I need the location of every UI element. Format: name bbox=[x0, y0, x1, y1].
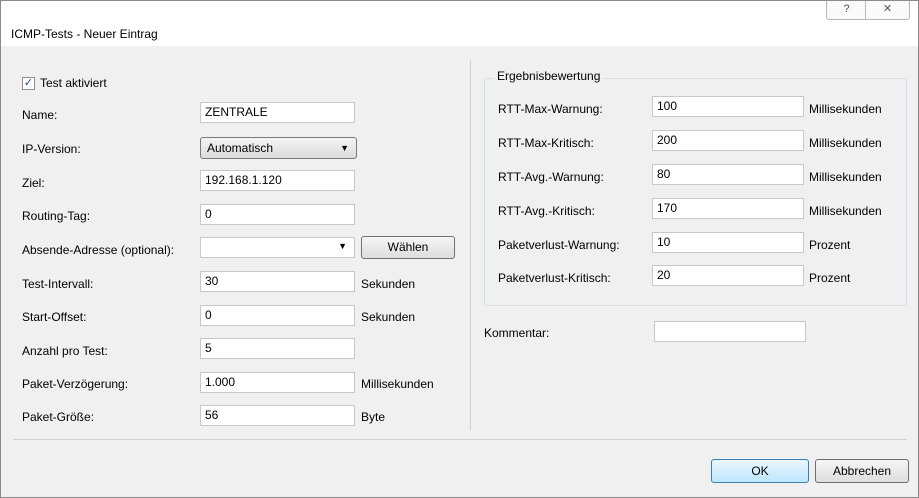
close-icon: ✕ bbox=[882, 3, 893, 15]
rtt-avg-crit-label: RTT-Avg.-Kritisch: bbox=[498, 204, 595, 218]
loss-warn-field[interactable]: 10 bbox=[652, 232, 804, 253]
rtt-avg-crit-unit: Millisekunden bbox=[809, 204, 882, 218]
rtt-max-warn-field[interactable]: 100 bbox=[652, 96, 804, 117]
ip-version-value: Automatisch bbox=[207, 141, 274, 155]
rtt-max-warn-unit: Millisekunden bbox=[809, 102, 882, 116]
test-interval-label: Test-Intervall: bbox=[22, 277, 94, 291]
chevron-down-icon: ▼ bbox=[338, 241, 347, 251]
choose-button[interactable]: Wählen bbox=[361, 236, 455, 259]
sender-address-combo[interactable]: ▼ bbox=[200, 237, 355, 258]
checkmark-icon: ✓ bbox=[23, 77, 34, 89]
packet-delay-label: Paket-Verzögerung: bbox=[22, 377, 129, 391]
packet-delay-unit: Millisekunden bbox=[361, 377, 434, 391]
start-offset-label: Start-Offset: bbox=[22, 310, 87, 324]
rtt-max-crit-unit: Millisekunden bbox=[809, 136, 882, 150]
footer-divider bbox=[13, 439, 907, 440]
start-offset-field[interactable]: 0 bbox=[200, 305, 355, 326]
ok-button[interactable]: OK bbox=[711, 459, 809, 483]
comment-field[interactable] bbox=[654, 321, 806, 342]
loss-crit-label: Paketverlust-Kritisch: bbox=[498, 271, 611, 285]
count-per-test-label: Anzahl pro Test: bbox=[22, 344, 108, 358]
help-button[interactable]: ? bbox=[826, 1, 867, 20]
loss-warn-unit: Prozent bbox=[809, 238, 851, 252]
rtt-avg-warn-label: RTT-Avg.-Warnung: bbox=[498, 170, 604, 184]
name-field[interactable]: ZENTRALE bbox=[200, 102, 355, 123]
loss-crit-unit: Prozent bbox=[809, 271, 851, 285]
test-interval-unit: Sekunden bbox=[361, 277, 416, 291]
packet-size-label: Paket-Größe: bbox=[22, 410, 95, 424]
rtt-max-crit-label: RTT-Max-Kritisch: bbox=[498, 136, 594, 150]
packet-size-unit: Byte bbox=[361, 410, 386, 424]
rtt-avg-warn-field[interactable]: 80 bbox=[652, 164, 804, 185]
routing-tag-label: Routing-Tag: bbox=[22, 209, 91, 223]
start-offset-unit: Sekunden bbox=[361, 310, 416, 324]
help-icon: ? bbox=[843, 3, 850, 15]
comment-label: Kommentar: bbox=[484, 326, 550, 340]
loss-crit-field[interactable]: 20 bbox=[652, 265, 804, 286]
dialog-content: ✓ Test aktiviert Name: ZENTRALE IP-Versi… bbox=[1, 46, 918, 497]
test-enabled-label: Test aktiviert bbox=[40, 76, 107, 90]
ip-version-label: IP-Version: bbox=[22, 142, 81, 156]
title-bar: ICMP-Tests - Neuer Eintrag ? ✕ bbox=[1, 1, 918, 46]
dialog-title: ICMP-Tests - Neuer Eintrag bbox=[11, 27, 158, 41]
close-button[interactable]: ✕ bbox=[865, 1, 910, 20]
name-label: Name: bbox=[22, 108, 58, 122]
rtt-avg-crit-field[interactable]: 170 bbox=[652, 198, 804, 219]
rtt-max-warn-label: RTT-Max-Warnung: bbox=[498, 102, 603, 116]
packet-size-field[interactable]: 56 bbox=[200, 405, 355, 426]
packet-delay-field[interactable]: 1.000 bbox=[200, 372, 355, 393]
count-per-test-field[interactable]: 5 bbox=[200, 338, 355, 359]
evaluation-title: Ergebnisbewertung bbox=[494, 69, 604, 83]
target-field[interactable]: 192.168.1.120 bbox=[200, 170, 355, 191]
rtt-max-crit-field[interactable]: 200 bbox=[652, 130, 804, 151]
column-divider bbox=[470, 60, 471, 430]
ip-version-select[interactable]: Automatisch ▼ bbox=[200, 137, 357, 159]
test-interval-field[interactable]: 30 bbox=[200, 271, 355, 292]
cancel-button[interactable]: Abbrechen bbox=[815, 459, 909, 483]
sender-address-label: Absende-Adresse (optional): bbox=[22, 243, 175, 257]
test-enabled-checkbox[interactable]: ✓ bbox=[22, 77, 35, 90]
dialog-window: ICMP-Tests - Neuer Eintrag ? ✕ ✓ Test ak… bbox=[0, 0, 919, 498]
chevron-down-icon: ▼ bbox=[340, 143, 349, 153]
rtt-avg-warn-unit: Millisekunden bbox=[809, 170, 882, 184]
target-label: Ziel: bbox=[22, 176, 45, 190]
loss-warn-label: Paketverlust-Warnung: bbox=[498, 238, 620, 252]
routing-tag-field[interactable]: 0 bbox=[200, 204, 355, 225]
